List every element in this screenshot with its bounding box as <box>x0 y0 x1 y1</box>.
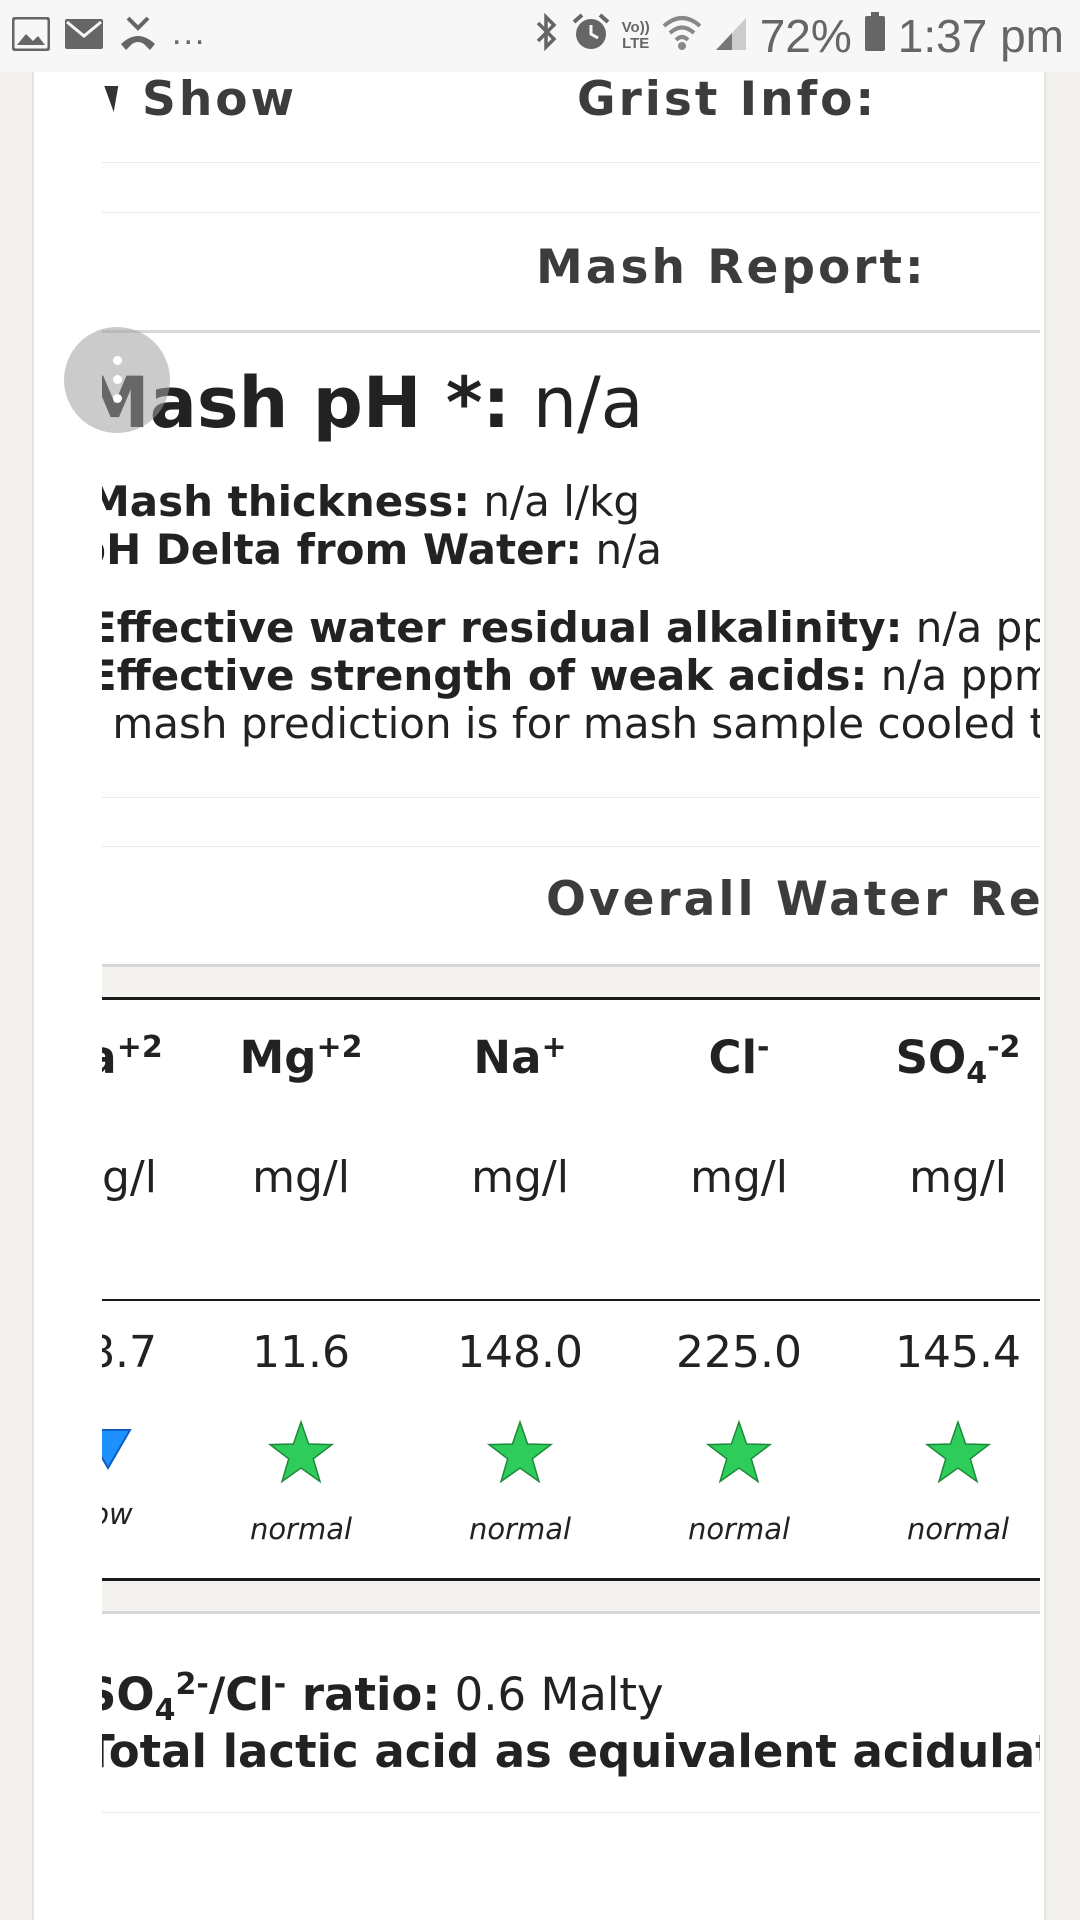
ratio-label: SO42-/Cl- ratio: <box>102 1667 441 1728</box>
ion-unit: mg/l <box>690 1152 788 1203</box>
water-report-heading: Overall Water Report <box>546 872 1040 927</box>
image-icon <box>11 16 51 56</box>
ratio-value: 0.6 Malty <box>454 1668 664 1721</box>
residual-alkalinity-label: Effective water residual alkalinity: <box>102 603 903 652</box>
volte-indicator: Vo)) LTE <box>621 19 650 52</box>
mash-thickness-label: Mash thickness: <box>102 477 471 526</box>
ph-delta-value: n/a <box>595 525 662 574</box>
mash-thickness-value: n/a l/kg <box>483 477 641 526</box>
divider <box>102 330 1040 333</box>
divider <box>102 797 1040 798</box>
ion-header-mg: Mg+2 <box>239 1030 363 1084</box>
mash-ph-value: n/a <box>532 362 644 444</box>
ion-unit: mg/l <box>909 1152 1007 1203</box>
wifi-icon <box>662 9 702 63</box>
alarm-icon <box>572 9 610 63</box>
ion-header-ca: Ca+2 <box>102 1030 163 1084</box>
mash-ph-line: Mash pH *: n/a <box>102 362 644 444</box>
grist-info-heading: Grist Info: <box>577 72 878 127</box>
residual-alkalinity-line: Effective water residual alkalinity: n/a… <box>102 603 1040 652</box>
page-card: Show Grist Info: Mash Report: Mash pH *:… <box>32 72 1046 1920</box>
ion-value: 145.4 <box>895 1327 1021 1378</box>
star-icon <box>425 1420 615 1484</box>
weak-acids-line: Effective strength of weak acids: n/a pp… <box>102 651 1040 700</box>
ion-value: 148.0 <box>457 1327 583 1378</box>
bluetooth-icon <box>534 9 560 63</box>
signal-icon <box>714 9 748 63</box>
divider <box>102 212 1040 213</box>
ion-status-normal: normal <box>906 1512 1010 1546</box>
ion-status-normal: normal <box>249 1512 353 1546</box>
lactic-acid-label: Total lactic acid as equivalent acidulat… <box>102 1725 1040 1778</box>
lactic-acid-line: Total lactic acid as equivalent acidulat… <box>102 1725 1040 1778</box>
ion-status-low: low <box>102 1497 133 1531</box>
show-toggle[interactable]: Show <box>142 72 297 127</box>
residual-alkalinity-value: n/a ppm as <box>915 603 1040 652</box>
status-overflow-dots: ... <box>172 13 207 52</box>
table-bottom-band <box>102 1581 1040 1611</box>
table-top-line <box>102 997 1040 1000</box>
mail-icon <box>64 18 104 55</box>
weak-acids-value: n/a ppm as <box>880 651 1040 700</box>
weak-acids-label: Effective strength of weak acids: <box>102 651 868 700</box>
star-icon <box>863 1420 1040 1484</box>
ph-delta-label: pH Delta from Water: <box>102 525 583 574</box>
ion-unit: mg/l <box>471 1152 569 1203</box>
divider <box>102 162 1040 163</box>
divider <box>102 1611 1040 1614</box>
ion-status-normal: normal <box>468 1512 572 1546</box>
divider <box>102 846 1040 847</box>
ion-header-na: Na+ <box>473 1030 567 1084</box>
divider <box>102 1812 1040 1813</box>
battery-icon <box>864 9 886 63</box>
battery-percent: 72% <box>759 10 852 62</box>
ion-value: 225.0 <box>676 1327 802 1378</box>
ion-value: 11.6 <box>252 1327 350 1378</box>
mash-note: * mash prediction is for mash sample coo… <box>102 699 1040 748</box>
clock-time: 1:37 pm <box>897 10 1064 62</box>
star-icon <box>644 1420 834 1484</box>
ion-header-so: SO4-2 <box>895 1030 1021 1091</box>
ion-header-cl: Cl- <box>708 1030 770 1084</box>
star-icon <box>206 1420 396 1484</box>
table-top-band <box>102 967 1040 997</box>
disclosure-triangle-icon[interactable] <box>102 86 119 112</box>
ion-status-normal: normal <box>687 1512 791 1546</box>
triangle-down-icon <box>102 1428 203 1470</box>
ion-unit: mg/l <box>252 1152 350 1203</box>
table-header-line <box>102 1299 1040 1301</box>
page-content: Show Grist Info: Mash Report: Mash pH *:… <box>102 72 1040 1920</box>
ion-unit: mg/l <box>102 1152 157 1203</box>
ph-delta-line: pH Delta from Water: n/a <box>102 525 662 574</box>
mash-report-heading: Mash Report: <box>536 240 927 295</box>
more-options-button[interactable] <box>64 327 170 433</box>
so4-cl-ratio-line: SO42-/Cl- ratio: 0.6 Malty <box>102 1667 664 1728</box>
mash-thickness-line: Mash thickness: n/a l/kg <box>102 477 640 526</box>
missed-call-icon <box>118 16 158 57</box>
status-bar: ... Vo)) LTE 72% 1:37 pm <box>0 0 1080 72</box>
ion-value: 48.7 <box>102 1327 157 1378</box>
